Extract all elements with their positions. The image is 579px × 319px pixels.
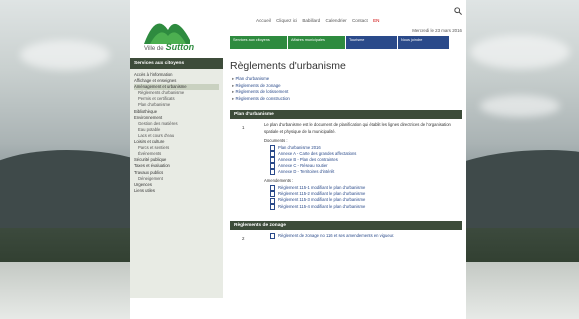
cloud bbox=[480, 95, 560, 117]
sidebar-heading: Services aux citoyens bbox=[130, 58, 223, 69]
document-icon bbox=[270, 203, 275, 210]
document-icon bbox=[270, 150, 275, 157]
nav-tourism[interactable]: Tourisme bbox=[346, 36, 398, 49]
nav-contact[interactable]: Nous joindre bbox=[398, 36, 450, 49]
toplink-home[interactable]: Accueil bbox=[256, 18, 271, 23]
nav-citizen-services[interactable]: Services aux citoyens bbox=[230, 36, 288, 49]
anchor-link[interactable]: Règlements de construction bbox=[232, 96, 462, 103]
document-icon bbox=[270, 169, 275, 176]
toplink-contact[interactable]: Contact bbox=[352, 18, 368, 23]
page-title: Règlements d'urbanisme bbox=[230, 60, 346, 72]
section-number: 1 bbox=[242, 125, 245, 131]
document-icon bbox=[270, 163, 275, 170]
toplink-click[interactable]: Cliquez ici bbox=[276, 18, 297, 23]
top-links: Accueil Cliquez ici Babillard Calendrier… bbox=[256, 18, 383, 23]
anchor-link[interactable]: Plan d'urbanisme bbox=[232, 76, 462, 83]
section-heading: Plan d'urbanisme bbox=[230, 110, 462, 120]
logo-name: Sutton bbox=[165, 42, 195, 52]
document-icon bbox=[270, 144, 275, 151]
section-body: 2 Règlement de zonage no 116 et ses amen… bbox=[230, 230, 462, 242]
document-label: Annexe D - Territoires d'intérêt bbox=[278, 169, 335, 175]
amendments-label: Amendements : bbox=[264, 178, 294, 184]
document-label: Règlement 115-4 modifiant le plan d'urba… bbox=[278, 203, 366, 209]
document-icon bbox=[270, 156, 275, 163]
document-icon bbox=[270, 232, 275, 239]
document-link[interactable]: Règlement 115-4 modifiant le plan d'urba… bbox=[270, 204, 458, 210]
page: Ville de Sutton Accueil Cliquez ici Babil… bbox=[130, 0, 466, 319]
section-number: 2 bbox=[242, 235, 245, 241]
anchor-link[interactable]: Règlements de zonage bbox=[232, 83, 462, 90]
logo-prefix: Ville de bbox=[144, 46, 164, 52]
search-icon[interactable] bbox=[454, 7, 462, 15]
toplink-calendar[interactable]: Calendrier bbox=[325, 18, 346, 23]
document-link[interactable]: Règlement de zonage no 116 et ses amende… bbox=[270, 233, 458, 239]
section-paragraph: Le plan d'urbanisme est le document de p… bbox=[264, 122, 451, 134]
anchor-link[interactable]: Règlements de lotissement bbox=[232, 89, 462, 96]
document-icon bbox=[270, 197, 275, 204]
nav-municipal-affairs[interactable]: Affaires municipales bbox=[288, 36, 346, 49]
main-nav: Services aux citoyens Affaires municipal… bbox=[230, 36, 450, 49]
main-content: Règlements d'urbanisme Plan d'urbanisme … bbox=[230, 58, 462, 242]
documents-list: Plan d'urbanisme 2016 Annexe A - Carte de… bbox=[234, 144, 458, 176]
document-icon bbox=[270, 185, 275, 192]
amendments-list: Règlement 115-1 modifiant le plan d'urba… bbox=[234, 185, 458, 210]
documents-label: Documents : bbox=[264, 137, 288, 143]
sidebar-item[interactable]: Liens utiles bbox=[134, 188, 219, 194]
toplink-language[interactable]: EN bbox=[373, 18, 379, 23]
cloud bbox=[470, 35, 570, 69]
document-label: Règlement de zonage no 116 et ses amende… bbox=[278, 232, 395, 238]
logo-text: Ville de Sutton bbox=[144, 42, 194, 52]
cloud bbox=[20, 40, 110, 70]
toplink-board[interactable]: Babillard bbox=[302, 18, 320, 23]
sidebar-list: Accès à l'information Affichage et enseig… bbox=[130, 69, 223, 197]
section-heading: Règlements de zonage bbox=[230, 220, 462, 230]
header: Ville de Sutton Accueil Cliquez ici Babil… bbox=[130, 0, 466, 56]
sidebar: Services aux citoyens Accès à l'informat… bbox=[130, 58, 223, 298]
anchor-links: Plan d'urbanisme Règlements de zonage Rè… bbox=[230, 76, 462, 102]
document-icon bbox=[270, 191, 275, 198]
document-link[interactable]: Annexe D - Territoires d'intérêt bbox=[270, 169, 458, 176]
section-body: 1 Le plan d'urbanisme est le document de… bbox=[230, 119, 462, 212]
date-line: Mercredi le 23 mars 2016 bbox=[412, 28, 462, 33]
